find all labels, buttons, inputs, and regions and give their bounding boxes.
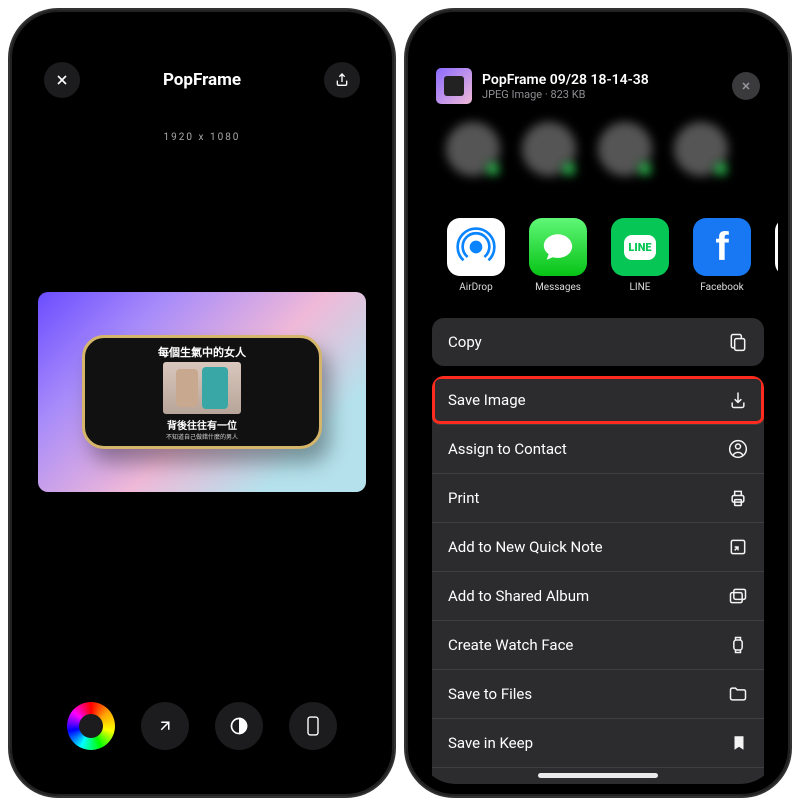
file-thumbnail [436,68,472,104]
chrome-icon [775,218,778,276]
app-airdrop[interactable]: AirDrop [444,218,508,293]
close-icon [740,80,752,92]
action-shared-album[interactable]: Add to Shared Album [432,572,764,621]
notch [127,22,277,48]
app-label: Facebook [700,282,743,293]
app-label: AirDrop [459,282,493,293]
braces-icon [728,782,748,784]
action-label: Save Image [448,391,526,409]
contact-suggestion[interactable] [522,122,576,176]
file-meta: JPEG Image · 823 KB [482,88,649,101]
person-circle-icon [728,439,748,459]
bottom-toolbar [22,702,382,750]
file-title: PopFrame 09/28 18-14-38 [482,72,649,88]
screen-left: PopFrame 1920 x 1080 每個生氣中的女人 背後往往有一位 不知… [22,22,382,784]
contact-suggestion[interactable] [674,122,728,176]
shared-album-icon [728,586,748,606]
mockup-image [163,362,241,414]
action-label: Save in Keep [448,734,533,752]
printer-icon [728,488,748,508]
action-label: Assign to Contact [448,440,567,458]
watch-icon [728,635,748,655]
phone-right: PopFrame 09/28 18-14-38 JPEG Image · 823… [406,10,790,796]
bookmark-icon [730,733,748,753]
line-icon: LINE [611,218,669,276]
action-assign-contact[interactable]: Assign to Contact [432,425,764,474]
download-icon [728,390,748,410]
avatar [598,122,652,176]
resize-button[interactable] [141,702,189,750]
messages-icon [529,218,587,276]
facebook-icon: f [693,218,751,276]
phone-icon [306,716,320,736]
action-save-keep[interactable]: Save in Keep [432,719,764,768]
contact-suggestion[interactable] [446,122,500,176]
home-indicator[interactable] [538,773,658,778]
action-print[interactable]: Print [432,474,764,523]
action-copy[interactable]: Copy [432,318,764,366]
action-group-copy: Copy [432,318,764,366]
title-wrap: PopFrame [80,70,324,90]
close-button[interactable] [44,62,80,98]
airdrop-icon [447,218,505,276]
share-sheet-header: PopFrame 09/28 18-14-38 JPEG Image · 823… [436,68,760,104]
screen-right: PopFrame 09/28 18-14-38 JPEG Image · 823… [418,22,778,784]
color-picker-button[interactable] [67,702,115,750]
half-circle-icon [229,716,249,736]
expand-icon [156,717,174,735]
action-watch-face[interactable]: Create Watch Face [432,621,764,670]
avatar [522,122,576,176]
folder-icon [728,684,748,704]
file-info: PopFrame 09/28 18-14-38 JPEG Image · 823… [482,72,649,101]
note-icon [728,537,748,557]
app-label: Messages [535,282,581,293]
phone-left: PopFrame 1920 x 1080 每個生氣中的女人 背後往往有一位 不知… [10,10,394,796]
close-share-button[interactable] [732,72,760,100]
contacts-row [432,122,778,176]
action-save-image[interactable]: Save Image [432,376,764,425]
app-label: LINE [630,282,651,293]
dimensions-label: 1920 x 1080 [22,132,382,143]
action-label: Print [448,489,479,507]
action-label: Create Watch Face [448,636,573,654]
device-button[interactable] [289,702,337,750]
close-icon [54,72,70,88]
share-button[interactable] [324,62,360,98]
left-header: PopFrame [22,62,382,98]
app-messages[interactable]: Messages [526,218,590,293]
mockup-caption-bottom: 背後往往有一位 [167,417,237,432]
contact-suggestion[interactable] [598,122,652,176]
action-group-main: Save Image Assign to Contact Print Add t… [432,376,764,784]
mockup-caption-top: 每個生氣中的女人 [158,344,246,360]
app-line[interactable]: LINE LINE [608,218,672,293]
apps-row: AirDrop Messages LINE LINE f Facebook [432,218,778,293]
action-save-files[interactable]: Save to Files [432,670,764,719]
app-facebook[interactable]: f Facebook [690,218,754,293]
page-title: PopFrame [80,70,324,90]
mockup-caption-bottom2: 不知道自己做錯什麼的男人 [166,432,238,441]
action-label: Run Script [448,783,516,784]
notch [523,22,673,48]
copy-icon [728,332,748,352]
share-icon [334,72,350,88]
preview-canvas[interactable]: 每個生氣中的女人 背後往往有一位 不知道自己做錯什麼的男人 [38,292,366,492]
avatar [674,122,728,176]
avatar [446,122,500,176]
action-label: Add to Shared Album [448,587,589,605]
app-chrome[interactable]: Cl [772,218,778,293]
action-quick-note[interactable]: Add to New Quick Note [432,523,764,572]
actions-list: Copy Save Image Assign to Contact Print [432,318,764,784]
texture-button[interactable] [215,702,263,750]
action-label: Save to Files [448,685,532,703]
action-label: Copy [448,333,482,351]
mockup-device: 每個生氣中的女人 背後往往有一位 不知道自己做錯什麼的男人 [82,335,322,449]
action-label: Add to New Quick Note [448,538,603,556]
